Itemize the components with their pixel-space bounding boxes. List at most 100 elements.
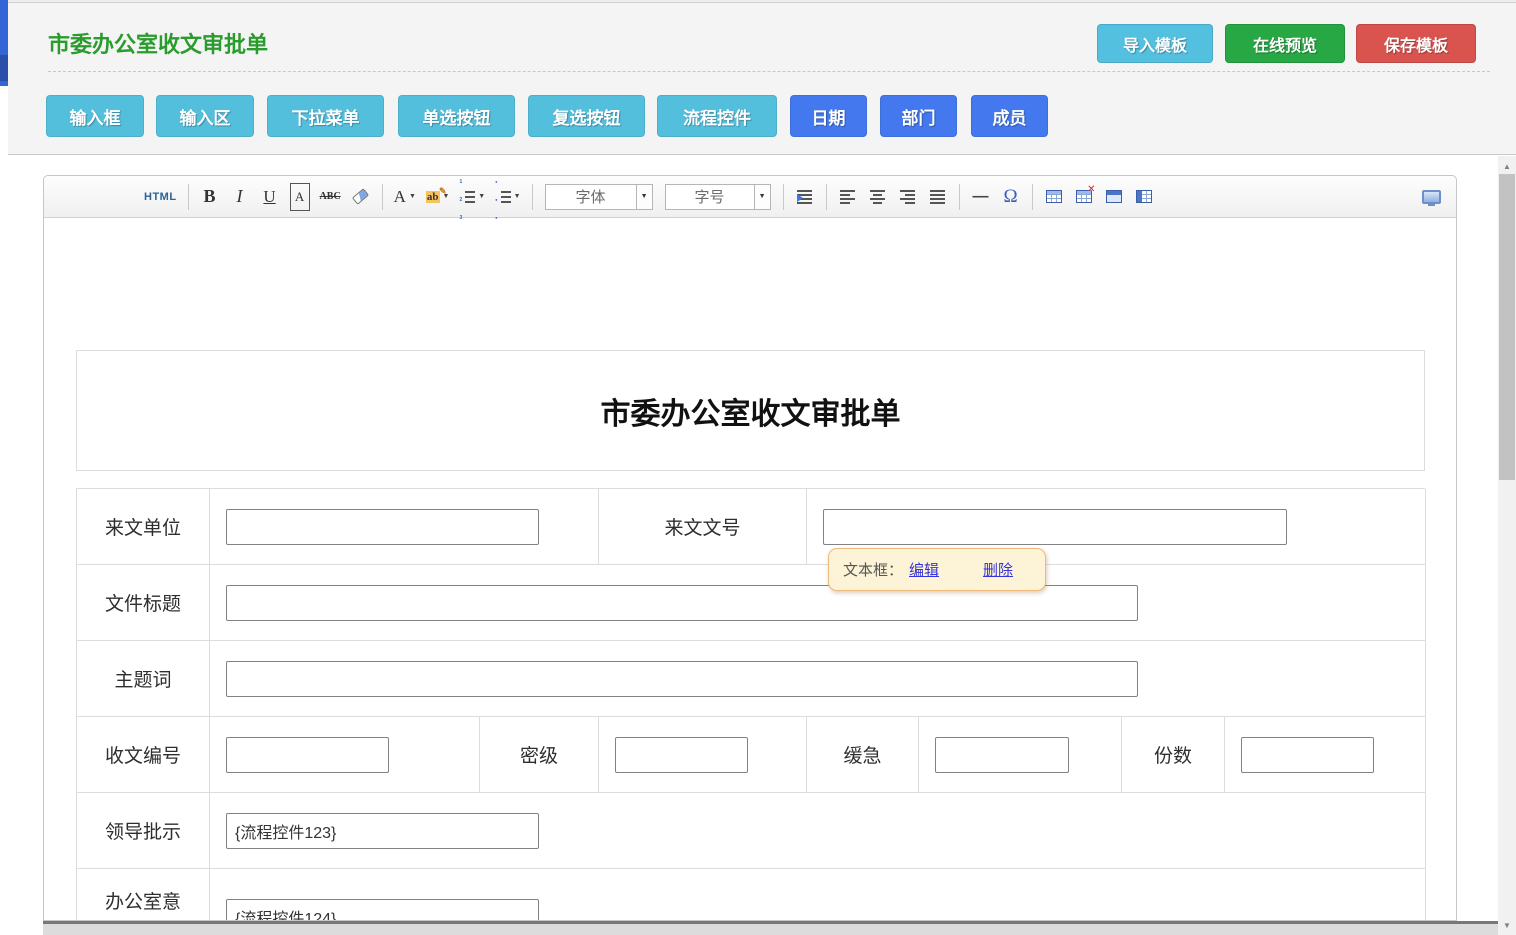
special-character-icon[interactable]: Ω xyxy=(1001,183,1021,211)
window-top-edge xyxy=(0,0,1516,3)
widget-button-input-box[interactable]: 输入框 xyxy=(46,95,144,137)
remove-format-button[interactable] xyxy=(351,183,371,211)
indent-icon xyxy=(797,190,812,204)
copies-input[interactable] xyxy=(1241,737,1374,773)
horizontal-rule-icon[interactable]: — xyxy=(971,183,991,211)
scrollbar-thumb[interactable] xyxy=(1499,174,1515,480)
italic-icon[interactable]: I xyxy=(230,183,250,211)
unordered-list-icon xyxy=(495,175,510,224)
receive-number-input[interactable] xyxy=(226,737,389,773)
table-properties-button[interactable] xyxy=(1104,183,1124,211)
secrecy-input[interactable] xyxy=(615,737,748,773)
page-title: 市委办公室收文审批单 xyxy=(48,27,268,59)
leader-comment-input[interactable] xyxy=(226,813,539,849)
online-preview-button[interactable]: 在线预览 xyxy=(1225,24,1345,63)
edit-link[interactable]: 编辑 xyxy=(909,559,939,580)
table-properties-icon xyxy=(1106,190,1122,203)
background-window-strip xyxy=(0,0,8,86)
fullscreen-button[interactable] xyxy=(1421,183,1441,211)
label-keywords: 主题词 xyxy=(77,641,210,717)
chevron-down-icon: ▼ xyxy=(514,193,521,200)
textbox-context-tooltip: 文本框： 编辑 删除 xyxy=(828,548,1046,591)
align-right-icon xyxy=(900,190,915,204)
widget-button-checkbox[interactable]: 复选按钮 xyxy=(528,95,645,137)
cell-keywords xyxy=(210,641,1426,717)
toolbar-divider xyxy=(959,184,960,210)
text-style-icon[interactable]: A xyxy=(290,183,310,211)
urgency-input[interactable] xyxy=(935,737,1069,773)
eraser-icon xyxy=(352,188,369,205)
tooltip-label: 文本框： xyxy=(843,559,903,580)
save-template-button[interactable]: 保存模板 xyxy=(1356,24,1476,63)
label-leader-comment: 领导批示 xyxy=(77,793,210,869)
widget-button-flow-control[interactable]: 流程控件 xyxy=(657,95,777,137)
cell-secrecy xyxy=(599,717,807,793)
ordered-list-icon xyxy=(459,175,475,224)
cell-source-unit xyxy=(210,489,599,565)
cell-office-opinion xyxy=(210,869,1426,921)
widget-button-department[interactable]: 部门 xyxy=(880,95,957,137)
bottom-edge-light xyxy=(43,924,1498,935)
font-size-select[interactable]: 字号▼ xyxy=(665,184,771,210)
align-center-button[interactable] xyxy=(868,183,888,211)
import-template-button[interactable]: 导入模板 xyxy=(1097,24,1213,63)
highlight-color-button[interactable]: ab▼ xyxy=(426,183,450,211)
chevron-down-icon[interactable]: ▼ xyxy=(754,185,770,209)
scroll-down-icon[interactable]: ▼ xyxy=(1498,917,1516,933)
toolbar-divider xyxy=(532,184,533,210)
label-copies: 份数 xyxy=(1122,717,1225,793)
vertical-scrollbar[interactable]: ▲ ▼ xyxy=(1498,156,1516,935)
delete-link[interactable]: 删除 xyxy=(983,559,1013,580)
cell-properties-icon xyxy=(1136,190,1152,203)
label-office-opinion: 办公室意 xyxy=(77,869,210,921)
cell-copies xyxy=(1225,717,1426,793)
align-justify-button[interactable] xyxy=(928,183,948,211)
toolbar-divider xyxy=(783,184,784,210)
label-source-unit: 来文单位 xyxy=(77,489,210,565)
underline-icon[interactable]: U xyxy=(260,183,280,211)
font-color-button[interactable]: A▼ xyxy=(394,183,416,211)
widget-button-radio[interactable]: 单选按钮 xyxy=(398,95,515,137)
cell-properties-button[interactable] xyxy=(1134,183,1154,211)
label-doc-number: 来文文号 xyxy=(599,489,807,565)
rich-text-editor: HTML B I U A ABC A▼ ab▼ ▼ ▼ 字体▼ 字号▼ — Ω … xyxy=(43,175,1457,921)
editor-toolbar: HTML B I U A ABC A▼ ab▼ ▼ ▼ 字体▼ 字号▼ — Ω xyxy=(44,176,1456,218)
dotted-divider xyxy=(48,71,1490,72)
bold-icon[interactable]: B xyxy=(200,183,220,211)
widget-button-dropdown-menu[interactable]: 下拉菜单 xyxy=(267,95,384,137)
align-left-button[interactable] xyxy=(838,183,858,211)
label-receive-number: 收文编号 xyxy=(77,717,210,793)
monitor-icon xyxy=(1422,190,1441,204)
font-family-value: 字体 xyxy=(546,185,636,209)
font-family-select[interactable]: 字体▼ xyxy=(545,184,653,210)
delete-table-icon xyxy=(1076,190,1092,203)
font-size-value: 字号 xyxy=(666,185,754,209)
source-code-button[interactable]: HTML xyxy=(144,183,177,211)
cell-leader-comment xyxy=(210,793,1426,869)
widget-button-input-area[interactable]: 输入区 xyxy=(156,95,254,137)
widget-button-member[interactable]: 成员 xyxy=(971,95,1048,137)
delete-table-button[interactable] xyxy=(1074,183,1094,211)
toolbar-divider xyxy=(826,184,827,210)
align-justify-icon xyxy=(930,190,945,204)
chevron-down-icon: ▼ xyxy=(409,193,416,200)
unordered-list-button[interactable]: ▼ xyxy=(495,183,520,211)
office-opinion-input[interactable] xyxy=(226,899,539,921)
strikethrough-icon[interactable]: ABC xyxy=(320,183,341,211)
doc-number-input[interactable] xyxy=(823,509,1287,545)
keywords-input[interactable] xyxy=(226,661,1138,697)
label-secrecy: 密级 xyxy=(480,717,599,793)
scroll-up-icon[interactable]: ▲ xyxy=(1498,158,1516,174)
highlight-icon: ab xyxy=(426,191,440,203)
font-color-icon: A xyxy=(394,187,406,207)
widget-button-date[interactable]: 日期 xyxy=(790,95,867,137)
indent-button[interactable] xyxy=(795,183,815,211)
insert-table-button[interactable] xyxy=(1044,183,1064,211)
chevron-down-icon[interactable]: ▼ xyxy=(636,185,652,209)
ordered-list-button[interactable]: ▼ xyxy=(459,183,485,211)
chevron-down-icon: ▼ xyxy=(478,193,485,200)
label-doc-title: 文件标题 xyxy=(77,565,210,641)
source-unit-input[interactable] xyxy=(226,509,539,545)
align-right-button[interactable] xyxy=(898,183,918,211)
cell-doc-title xyxy=(210,565,1426,641)
